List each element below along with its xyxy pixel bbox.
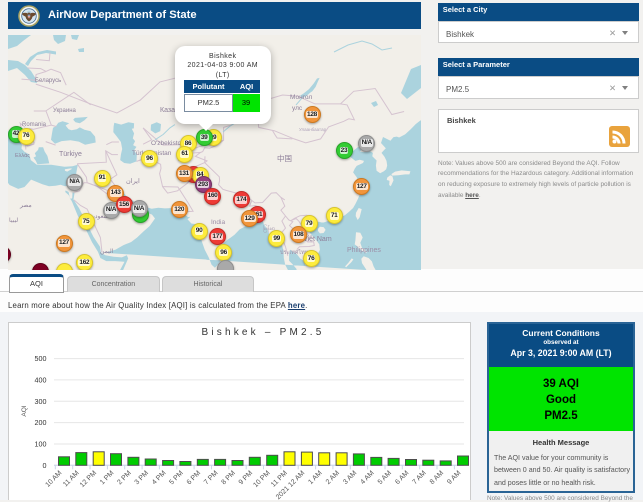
svg-text:Улаанбаатар: Улаанбаатар [299,127,327,132]
svg-text:1 AM: 1 AM [307,470,323,486]
svg-text:2 PM: 2 PM [116,470,133,487]
svg-text:10 PM: 10 PM [252,470,271,489]
svg-text:6 PM: 6 PM [186,470,203,487]
svg-text:7 AM: 7 AM [411,470,427,486]
svg-text:中国: 中国 [277,153,292,163]
svg-text:Philippines: Philippines [347,247,381,254]
svg-text:400: 400 [35,375,47,384]
svg-text:9 AM: 9 AM [446,470,462,486]
svg-text:11 AM: 11 AM [62,470,81,489]
svg-text:ایران: ایران [126,177,140,185]
svg-text:AQI: AQI [21,405,28,416]
svg-text:Монгол: Монгол [290,94,312,101]
svg-text:4 AM: 4 AM [359,470,375,486]
svg-text:Украина: Украина [53,108,77,114]
svg-text:3 AM: 3 AM [342,470,358,486]
svg-text:Ελλάς: Ελλάς [15,152,30,159]
svg-text:7 PM: 7 PM [203,470,220,487]
svg-text:Türkiye: Türkiye [59,151,82,158]
svg-text:6 AM: 6 AM [394,470,410,486]
svg-text:0: 0 [43,461,47,470]
svg-text:10 AM: 10 AM [44,470,63,489]
svg-text:1 PM: 1 PM [99,470,116,487]
svg-text:улс: улс [292,105,303,112]
svg-text:8 PM: 8 PM [220,470,237,487]
svg-text:مصر: مصر [19,203,32,209]
svg-text:300: 300 [35,397,47,406]
svg-text:India: India [211,219,225,226]
svg-text:8 AM: 8 AM [429,470,445,486]
svg-text:ليبيا: ليبيا [9,217,18,224]
svg-text:Việt Nam: Việt Nam [303,236,332,243]
svg-text:12 PM: 12 PM [79,470,98,489]
svg-text:2 AM: 2 AM [325,470,341,486]
svg-text:5 AM: 5 AM [377,470,393,486]
svg-text:100: 100 [35,440,47,449]
svg-text:Каза: Каза [160,107,175,114]
svg-text:200: 200 [35,418,47,427]
svg-text:Bishkek – PM2.5: Bishkek – PM2.5 [201,327,324,338]
svg-text:5 PM: 5 PM [168,470,185,487]
svg-text:اليمن: اليمن [100,248,114,255]
svg-text:4 PM: 4 PM [151,470,168,487]
svg-text:500: 500 [35,354,47,363]
svg-text:3 PM: 3 PM [134,470,151,487]
svg-text:Беларусь: Беларусь [35,78,61,84]
